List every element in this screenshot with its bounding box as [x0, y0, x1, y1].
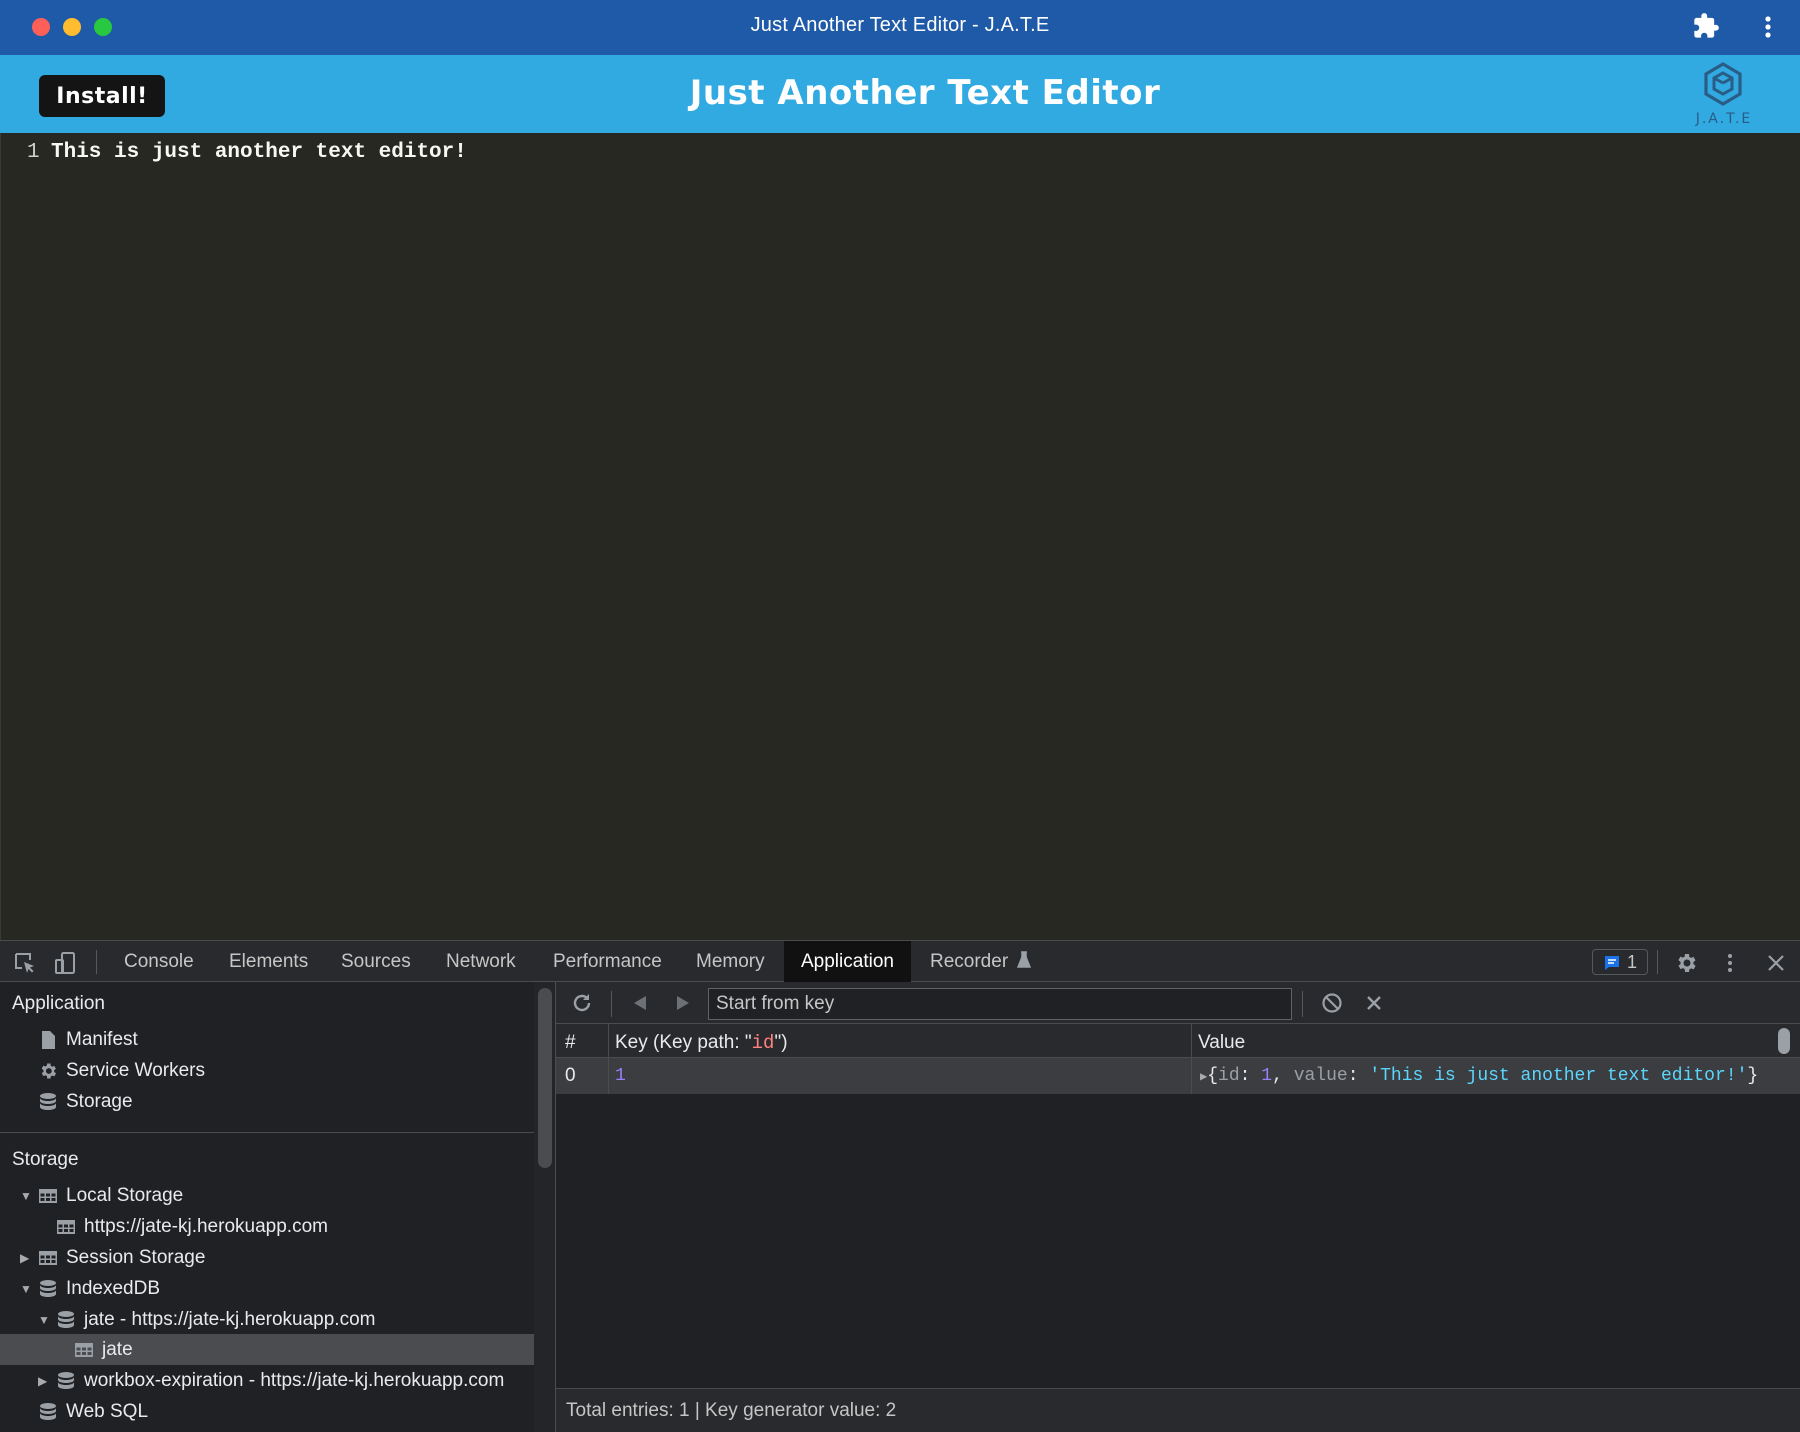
sidebar-item-label: workbox-expiration - https://jate-kj.her… — [84, 1370, 505, 1391]
sidebar-item-label: jate - https://jate-kj.herokuapp.com — [84, 1309, 376, 1330]
tab-network[interactable]: Network — [429, 941, 533, 982]
database-icon — [40, 1093, 56, 1110]
issues-count: 1 — [1627, 952, 1638, 972]
logo-text: J.A.T.E — [1695, 111, 1753, 127]
cell-key: 1 — [615, 1066, 626, 1086]
value-id-key: id — [1218, 1066, 1240, 1086]
next-page-icon[interactable] — [670, 991, 694, 1015]
window-title: Just Another Text Editor - J.A.T.E — [750, 14, 1050, 36]
database-icon — [58, 1311, 74, 1328]
value-value-key: value — [1293, 1066, 1348, 1086]
table-grid-icon — [75, 1343, 93, 1357]
database-icon — [40, 1280, 56, 1297]
gear-icon — [41, 1063, 56, 1079]
application-section-header: Application — [12, 993, 105, 1014]
status-bar: Total entries: 1 | Key generator value: … — [556, 1388, 1800, 1432]
tab-performance[interactable]: Performance — [536, 941, 679, 982]
sidebar-item-label: Web SQL — [66, 1401, 149, 1422]
device-toolbar-icon[interactable] — [54, 951, 78, 975]
column-header-index: # — [565, 1032, 576, 1053]
editor-line[interactable]: This is just another text editor! — [51, 141, 467, 164]
cell-index: 0 — [565, 1065, 576, 1086]
extensions-puzzle-icon[interactable] — [1692, 12, 1720, 40]
toolbar-divider — [611, 991, 612, 1017]
document-icon — [42, 1031, 55, 1049]
sidebar-item-label: Session Storage — [66, 1247, 206, 1268]
toolbar-divider — [1302, 991, 1303, 1017]
table-scrollbar[interactable] — [1778, 1028, 1790, 1054]
tab-recorder[interactable]: Recorder — [913, 941, 1044, 982]
expand-triangle-icon[interactable]: ▼ — [20, 1274, 32, 1304]
expand-triangle-icon[interactable]: ▶ — [38, 1366, 47, 1396]
message-icon — [1605, 956, 1619, 970]
code-editor[interactable]: 1 This is just another text editor! — [0, 133, 1800, 940]
tab-memory[interactable]: Memory — [679, 941, 782, 982]
tab-console[interactable]: Console — [107, 941, 211, 982]
value-string: 'This is just another text editor!' — [1369, 1066, 1748, 1086]
sidebar-item-label: jate — [102, 1339, 133, 1360]
key-header-prefix: Key (Key path: " — [615, 1032, 752, 1053]
table-grid-icon — [57, 1220, 75, 1234]
cell-value[interactable]: ▶{id: 1, value: 'This is just another te… — [1200, 1066, 1758, 1086]
clear-object-store-icon[interactable] — [1320, 991, 1344, 1015]
line-number: 1 — [27, 141, 40, 164]
column-header-value: Value — [1198, 1032, 1246, 1053]
tab-elements[interactable]: Elements — [212, 941, 325, 982]
column-header-key[interactable]: Key (Key path: "id") — [615, 1032, 788, 1054]
column-divider — [608, 1024, 609, 1094]
devtools-tab-bar: Console Elements Sources Network Perform… — [0, 940, 1800, 982]
tab-sources[interactable]: Sources — [324, 941, 428, 982]
jate-logo-icon — [1704, 62, 1742, 106]
sidebar-item-label: Storage — [66, 1091, 133, 1112]
window-title-bar: Just Another Text Editor - J.A.T.E — [0, 0, 1800, 55]
experiment-flask-icon — [1017, 951, 1032, 968]
value-brace-open: { — [1207, 1066, 1219, 1086]
toolbar-divider — [96, 950, 97, 974]
database-icon — [58, 1372, 74, 1389]
inspect-element-icon[interactable] — [13, 951, 37, 975]
expand-triangle-icon[interactable]: ▶ — [20, 1243, 29, 1273]
settings-gear-icon[interactable] — [1674, 951, 1698, 975]
value-id: 1 — [1261, 1066, 1273, 1086]
table-grid-icon — [39, 1251, 57, 1265]
storage-section-header: Storage — [12, 1149, 79, 1170]
tab-recorder-label: Recorder — [930, 951, 1009, 972]
expand-triangle-icon[interactable]: ▼ — [38, 1305, 50, 1335]
sidebar-item-label: Local Storage — [66, 1185, 184, 1206]
sidebar-divider — [0, 1132, 534, 1133]
previous-page-icon[interactable] — [629, 991, 653, 1015]
issues-badge[interactable]: 1 — [1592, 949, 1648, 975]
delete-selected-icon[interactable] — [1362, 991, 1386, 1015]
app-title: Just Another Text Editor — [689, 73, 1161, 113]
sidebar-item-label: Service Workers — [66, 1060, 206, 1081]
key-header-suffix: ") — [774, 1032, 788, 1053]
app-header: Install! Just Another Text Editor J.A.T.… — [0, 55, 1800, 133]
toolbar-divider — [1657, 950, 1658, 974]
column-divider — [1191, 1024, 1192, 1094]
key-path-name: id — [751, 1032, 775, 1054]
start-from-key-input[interactable] — [708, 988, 1292, 1020]
database-icon — [40, 1403, 56, 1420]
sidebar-item-label: IndexedDB — [66, 1278, 161, 1299]
sidebar-item-label: https://jate-kj.herokuapp.com — [84, 1216, 328, 1237]
expand-triangle-icon[interactable]: ▼ — [20, 1181, 32, 1211]
refresh-icon[interactable] — [570, 991, 594, 1015]
table-grid-icon — [39, 1189, 57, 1203]
close-devtools-icon[interactable] — [1764, 951, 1788, 975]
value-brace-close: } — [1747, 1066, 1759, 1086]
sidebar-item-label: Manifest — [66, 1029, 138, 1050]
devtools-menu-icon[interactable] — [1718, 951, 1742, 975]
sidebar-scrollbar[interactable] — [538, 988, 552, 1168]
tab-application[interactable]: Application — [784, 941, 911, 982]
browser-menu-icon[interactable] — [1756, 12, 1780, 42]
